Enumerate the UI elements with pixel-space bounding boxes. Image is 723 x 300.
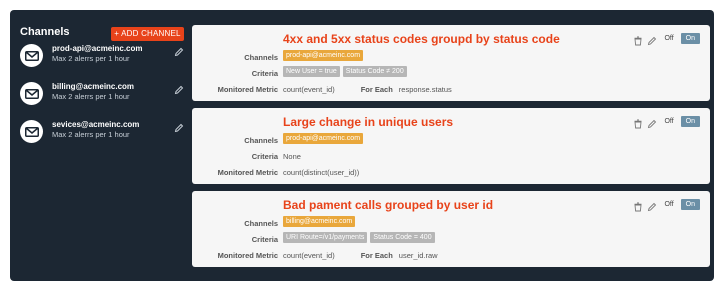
criteria-label: Criteria (251, 69, 278, 78)
channels-label: Channels (244, 136, 278, 145)
alert-title[interactable]: Bad pament calls grouped by user id (283, 198, 493, 212)
trash-icon[interactable] (633, 116, 643, 129)
trash-icon[interactable] (633, 199, 643, 212)
criteria-text: None (283, 152, 301, 161)
metric-row: count(event_id) For Each user_id.raw (283, 251, 438, 260)
add-channel-button[interactable]: + ADD CHANNEL (111, 27, 184, 41)
sidebar-title: Channels (20, 26, 70, 38)
envelope-icon (20, 44, 43, 67)
alerts-panel: Channels + ADD CHANNEL prod-api@acmeinc.… (10, 10, 714, 281)
alert-controls: Off On (633, 32, 700, 46)
channel-item[interactable]: sevices@acmeinc.com Max 2 alerrs per 1 h… (20, 120, 188, 146)
channel-tag: prod-api@acmeinc.com (283, 133, 364, 144)
channel-limit: Max 2 alerrs per 1 hour (52, 92, 130, 101)
channels-label: Channels (244, 219, 278, 228)
alert-card: Large change in unique users Off On Chan… (192, 108, 710, 184)
channel-email: billing@acmeinc.com (52, 82, 135, 91)
envelope-icon (20, 120, 43, 143)
channel-tag: billing@acmeinc.com (283, 216, 356, 227)
for-each-label: For Each (360, 85, 393, 94)
for-each-label: For Each (360, 251, 393, 260)
alert-title[interactable]: Large change in unique users (283, 115, 453, 129)
toggle-on-button[interactable]: On (680, 198, 700, 210)
alert-title[interactable]: 4xx and 5xx status codes groupd by statu… (283, 32, 560, 46)
metric-row: count(event_id) For Each response.status (283, 85, 452, 94)
metric-label: Monitored Metric (217, 251, 278, 260)
alert-card: 4xx and 5xx status codes groupd by statu… (192, 25, 710, 101)
channel-item[interactable]: prod-api@acmeinc.com Max 2 alerrs per 1 … (20, 44, 188, 70)
metric-value: count(event_id) (283, 85, 335, 94)
alert-card: Bad pament calls grouped by user id Off … (192, 191, 710, 267)
pencil-icon[interactable] (647, 116, 657, 129)
pencil-icon[interactable] (647, 33, 657, 46)
pencil-icon[interactable] (174, 82, 184, 95)
alert-controls: Off On (633, 115, 700, 129)
pencil-icon[interactable] (174, 44, 184, 57)
channel-email: sevices@acmeinc.com (52, 120, 140, 129)
channel-tags: prod-api@acmeinc.com (283, 133, 366, 144)
toggle-on-button[interactable]: On (680, 32, 700, 44)
channel-limit: Max 2 alerrs per 1 hour (52, 130, 130, 139)
channels-sidebar: Channels + ADD CHANNEL prod-api@acmeinc.… (10, 10, 190, 281)
metric-value: count(event_id) (283, 251, 335, 260)
channel-tag: prod-api@acmeinc.com (283, 50, 364, 61)
alert-controls: Off On (633, 198, 700, 212)
pencil-icon[interactable] (647, 199, 657, 212)
metric-label: Monitored Metric (217, 85, 278, 94)
toggle-off-button[interactable]: Off (661, 201, 676, 208)
pencil-icon[interactable] (174, 120, 184, 133)
for-each-value: user_id.raw (398, 251, 438, 260)
metric-label: Monitored Metric (217, 168, 278, 177)
channel-tags: billing@acmeinc.com (283, 216, 358, 227)
toggle-off-button[interactable]: Off (661, 118, 676, 125)
criteria-tags: New User = true Status Code ≠ 200 (283, 66, 410, 77)
channels-label: Channels (244, 53, 278, 62)
criteria-tag: New User = true (283, 66, 340, 77)
criteria-tag: Status Code ≠ 200 (342, 66, 407, 77)
criteria-tag: URI Route=/v1/payments (283, 232, 368, 243)
envelope-icon (20, 82, 43, 105)
criteria-tags: URI Route=/v1/payments Status Code = 400 (283, 232, 438, 243)
channel-email: prod-api@acmeinc.com (52, 44, 143, 53)
for-each-value: response.status (398, 85, 452, 94)
criteria-label: Criteria (251, 235, 278, 244)
toggle-on-button[interactable]: On (680, 115, 700, 127)
toggle-off-button[interactable]: Off (661, 35, 676, 42)
metric-value: count(distinct(user_id)) (283, 168, 360, 177)
channel-limit: Max 2 alerrs per 1 hour (52, 54, 130, 63)
trash-icon[interactable] (633, 33, 643, 46)
channel-tags: prod-api@acmeinc.com (283, 50, 366, 61)
criteria-label: Criteria (251, 152, 278, 161)
criteria-tag: Status Code = 400 (370, 232, 435, 243)
channel-item[interactable]: billing@acmeinc.com Max 2 alerrs per 1 h… (20, 82, 188, 108)
